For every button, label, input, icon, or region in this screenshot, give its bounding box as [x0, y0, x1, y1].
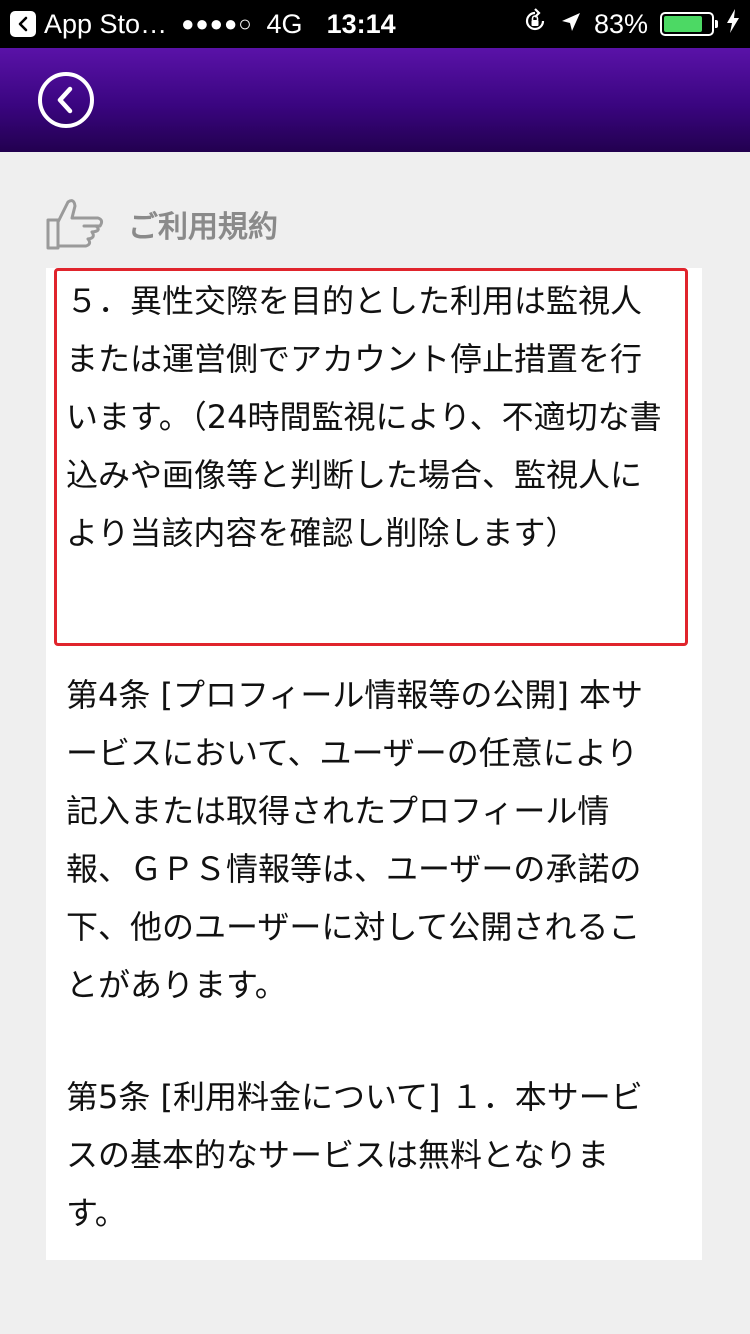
back-arrow-icon	[10, 11, 36, 37]
signal-strength: ●●●●○	[181, 11, 253, 36]
battery-percent: 83%	[593, 8, 648, 39]
battery-icon	[660, 12, 718, 36]
clause-paragraph: 第4条 [プロフィール情報等の公開] 本サービスにおいて、ユーザーの任意により記…	[66, 676, 644, 1004]
rotation-lock-icon	[522, 7, 548, 41]
return-to-app-button[interactable]: App Sto…	[10, 9, 167, 40]
status-bar: App Sto… ●●●●○ 4G 13:14 83%	[0, 0, 750, 48]
location-arrow-icon	[560, 9, 582, 40]
network-type: 4G	[266, 8, 303, 39]
clause-paragraph: ５．異性交際を目的とした利用は監視人または運営側でアカウント停止措置を行います。…	[66, 282, 662, 552]
clock: 13:14	[326, 8, 396, 39]
terms-content[interactable]: ５．異性交際を目的とした利用は監視人または運営側でアカウント停止措置を行います。…	[46, 268, 702, 1260]
back-button[interactable]	[38, 72, 94, 128]
clause-paragraph: 第5条 [利用料金について] １．本サービスの基本的なサービスは無料となります。	[66, 1078, 643, 1232]
navigation-bar	[0, 48, 750, 152]
battery-level-fill	[664, 16, 703, 32]
section-header: ご利用規約	[44, 192, 278, 256]
chevron-left-icon	[53, 85, 79, 115]
bottom-area	[0, 1262, 750, 1334]
charging-bolt-icon	[726, 8, 740, 40]
section-title: ご利用規約	[128, 210, 278, 245]
thumbs-up-pointing-icon	[44, 196, 106, 252]
return-app-label: App Sto…	[44, 8, 168, 39]
